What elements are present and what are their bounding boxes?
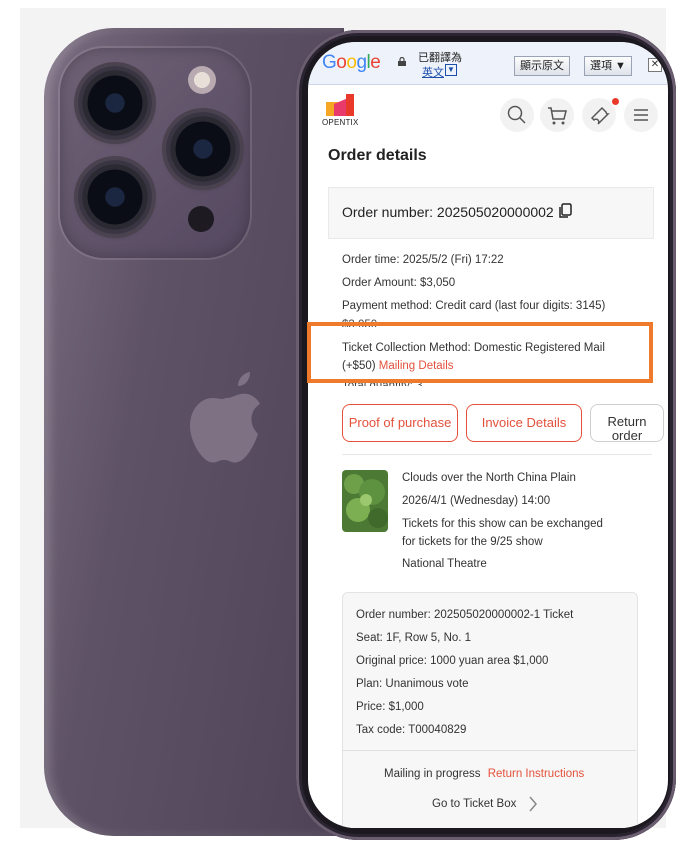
menu-icon xyxy=(634,109,648,121)
page-title: Order details xyxy=(328,147,427,164)
invoice-details-button[interactable]: Invoice Details xyxy=(466,404,582,442)
apple-logo-icon xyxy=(190,372,260,482)
highlight-box xyxy=(307,322,653,383)
show-original-button[interactable]: 顯示原文 xyxy=(514,56,570,76)
menu-button[interactable] xyxy=(624,98,658,132)
go-to-ticket-box-label: Go to Ticket Box xyxy=(432,798,517,811)
order-number: Order number: 202505020000002 xyxy=(342,204,554,220)
order-time: Order time: 2025/5/2 (Fri) 17:22 xyxy=(342,254,504,266)
ticket-original-price: Original price: 1000 yuan area $1,000 xyxy=(356,655,549,667)
lidar-sensor xyxy=(188,206,214,232)
lock-icon xyxy=(398,56,406,66)
show-thumbnail[interactable] xyxy=(342,470,388,532)
logo-text: OPENTIX xyxy=(322,118,359,127)
return-order-label: Return order xyxy=(607,414,647,442)
copy-icon[interactable] xyxy=(558,203,572,219)
return-order-button[interactable]: Return order xyxy=(590,404,664,442)
ticket-icon xyxy=(590,106,610,125)
mailing-status-row: Mailing in progress Return Instructions xyxy=(384,768,584,780)
ticket-plan: Plan: Unanimous vote xyxy=(356,678,469,690)
translate-status: 已翻譯為 xyxy=(418,52,462,64)
close-translate-button[interactable]: ✕ xyxy=(648,58,662,72)
camera-module xyxy=(60,48,250,258)
show-date: 2026/4/1 (Wednesday) 14:00 xyxy=(402,495,551,507)
google-logo: Google xyxy=(322,52,381,73)
phone-screen: Google 已翻譯為 英文 ▼ 顯示原文 選項 ▼ ✕ OPENTIX Ord… xyxy=(308,42,668,828)
ticket-divider xyxy=(342,750,636,751)
translate-language-link[interactable]: 英文 xyxy=(422,64,444,80)
mailing-status: Mailing in progress xyxy=(384,768,481,780)
ticket-button[interactable] xyxy=(582,98,616,132)
show-venue: National Theatre xyxy=(402,558,487,570)
camera-lens-3 xyxy=(78,160,152,234)
show-name[interactable]: Clouds over the North China Plain xyxy=(402,472,576,484)
payment-method: Payment method: Credit card (last four d… xyxy=(342,300,606,312)
ticket-order-number: Order number: 202505020000002-1 Ticket xyxy=(356,609,574,621)
section-divider xyxy=(342,454,652,455)
options-button[interactable]: 選項 ▼ xyxy=(584,56,632,76)
cart-icon xyxy=(548,107,567,125)
proof-of-purchase-label: Proof of purchase xyxy=(348,415,452,430)
go-to-ticket-box-link[interactable]: Go to Ticket Box xyxy=(432,796,538,812)
search-icon xyxy=(507,105,526,124)
chevron-right-icon xyxy=(529,796,537,812)
language-dropdown-icon[interactable]: ▼ xyxy=(445,64,457,76)
ticket-tax-code: Tax code: T00040829 xyxy=(356,724,467,736)
proof-of-purchase-button[interactable]: Proof of purchase xyxy=(342,404,458,442)
show-note-line1: Tickets for this show can be exchanged xyxy=(402,518,603,530)
notification-dot xyxy=(612,98,619,105)
return-instructions-link[interactable]: Return Instructions xyxy=(488,768,585,780)
camera-lens-1 xyxy=(78,66,152,140)
search-button[interactable] xyxy=(500,98,534,132)
opentix-logo-icon[interactable] xyxy=(326,94,354,116)
camera-flash xyxy=(188,66,216,94)
ticket-seat: Seat: 1F, Row 5, No. 1 xyxy=(356,632,472,644)
show-note-line2: for tickets for the 9/25 show xyxy=(402,536,543,548)
order-amount: Order Amount: $3,050 xyxy=(342,277,456,289)
ticket-price: Price: $1,000 xyxy=(356,701,424,713)
cart-button[interactable] xyxy=(540,98,574,132)
camera-lens-2 xyxy=(166,112,240,186)
